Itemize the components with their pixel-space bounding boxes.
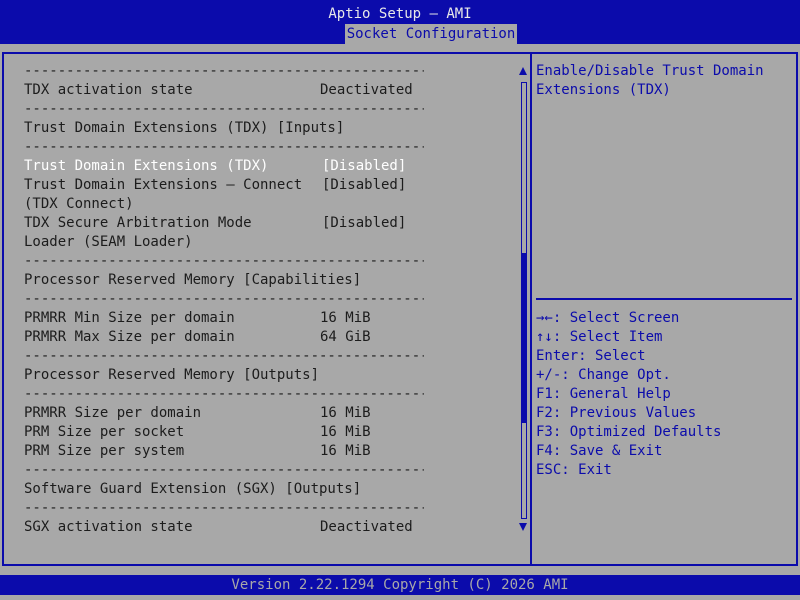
key-hint-enter: Enter: Select xyxy=(536,348,646,364)
key-hint-f4: F4: Save & Exit xyxy=(536,443,663,459)
tdx-setting-value[interactable]: [Disabled] xyxy=(322,157,406,176)
scrollbar-thumb[interactable] xyxy=(521,253,527,423)
seam-loader-label[interactable]: TDX Secure Arbitration Mode xyxy=(24,214,252,233)
tdx-activation-label: TDX activation state xyxy=(24,82,193,98)
help-text-line-2: Extensions (TDX) xyxy=(536,82,671,98)
tab-socket-configuration[interactable]: Socket Configuration xyxy=(345,24,517,44)
tdx-connect-label-cont[interactable]: (TDX Connect) xyxy=(24,195,134,214)
key-hint-f3: F3: Optimized Defaults xyxy=(536,424,722,440)
scroll-down-arrow-icon[interactable] xyxy=(519,523,527,531)
prmrr-min-value: 16 MiB xyxy=(320,310,371,326)
panel-divider xyxy=(530,52,532,566)
tdx-inputs-header: Trust Domain Extensions (TDX) [Inputs] xyxy=(24,120,345,136)
prmrr-max-label: PRMRR Max Size per domain xyxy=(24,329,235,345)
help-divider xyxy=(536,298,792,300)
seam-loader-value[interactable]: [Disabled] xyxy=(322,214,406,233)
key-hint-change: +/-: Change Opt. xyxy=(536,367,671,383)
title-bar: Aptio Setup – AMI Socket Configuration xyxy=(0,0,800,44)
tdx-connect-value[interactable]: [Disabled] xyxy=(322,176,406,195)
sgx-outputs-header: Software Guard Extension (SGX) [Outputs] xyxy=(24,481,362,497)
prm-socket-value: 16 MiB xyxy=(320,424,371,440)
prmrr-min-label: PRMRR Min Size per domain xyxy=(24,310,235,326)
key-hint-select-item: ↑↓: Select Item xyxy=(536,329,663,345)
app-title: Aptio Setup – AMI xyxy=(328,6,472,22)
key-hint-f2: F2: Previous Values xyxy=(536,405,697,421)
separator: ----------------------------------------… xyxy=(24,386,424,402)
prm-socket-label: PRM Size per socket xyxy=(24,424,185,440)
separator: ----------------------------------------… xyxy=(24,63,424,79)
separator: ----------------------------------------… xyxy=(24,291,424,307)
separator: ----------------------------------------… xyxy=(24,253,424,269)
prm-capabilities-header: Processor Reserved Memory [Capabilities] xyxy=(24,272,362,288)
separator: ----------------------------------------… xyxy=(24,462,424,478)
separator: ----------------------------------------… xyxy=(24,101,424,117)
seam-loader-label-cont[interactable]: Loader (SEAM Loader) xyxy=(24,233,193,252)
tdx-activation-value: Deactivated xyxy=(320,82,413,98)
key-hint-f1: F1: General Help xyxy=(536,386,671,402)
tdx-setting-label[interactable]: Trust Domain Extensions (TDX) xyxy=(24,157,268,176)
separator: ----------------------------------------… xyxy=(24,139,424,155)
version-footer: Version 2.22.1294 Copyright (C) 2026 AMI xyxy=(0,575,800,595)
key-hint-esc: ESC: Exit xyxy=(536,462,612,478)
prm-outputs-header: Processor Reserved Memory [Outputs] xyxy=(24,367,320,383)
separator: ----------------------------------------… xyxy=(24,348,424,364)
prmrr-size-label: PRMRR Size per domain xyxy=(24,405,202,421)
key-hint-select-screen: →←: Select Screen xyxy=(536,310,680,326)
help-text-line-1: Enable/Disable Trust Domain xyxy=(536,63,764,79)
separator: ----------------------------------------… xyxy=(24,500,424,516)
prmrr-max-value: 64 GiB xyxy=(320,329,371,345)
tdx-connect-label[interactable]: Trust Domain Extensions – Connect xyxy=(24,176,302,195)
sgx-activation-value: Deactivated xyxy=(320,519,413,535)
prmrr-size-value: 16 MiB xyxy=(320,405,371,421)
sgx-activation-label: SGX activation state xyxy=(24,519,193,535)
prm-system-value: 16 MiB xyxy=(320,443,371,459)
prm-system-label: PRM Size per system xyxy=(24,443,185,459)
scroll-up-arrow-icon[interactable] xyxy=(519,67,527,75)
